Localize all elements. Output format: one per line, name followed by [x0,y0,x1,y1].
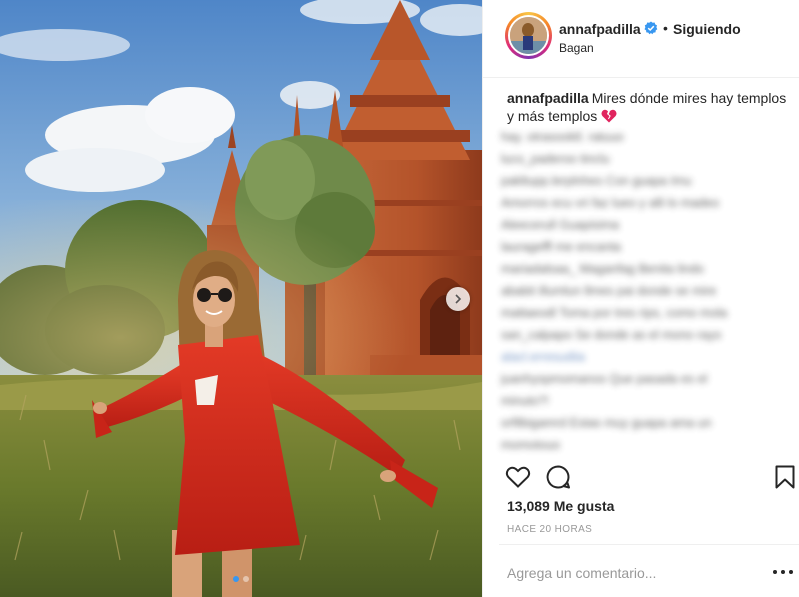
comment-item: juanhyspmomanos Que pasada es el [501,372,708,386]
verified-badge-icon [644,21,658,35]
photo-image [0,0,482,597]
action-bar [483,460,799,494]
carousel-dot-active [233,576,239,582]
like-heart-icon[interactable] [505,464,531,490]
more-options-button[interactable] [773,565,793,579]
carousel-dot [243,576,249,582]
comment-input[interactable] [507,562,747,584]
post-header: annafpadilla • Siguiendo Bagan [483,0,799,78]
post-photo[interactable] [0,0,482,597]
carousel-indicator [0,576,482,582]
username[interactable]: annafpadilla [559,21,641,37]
comment-item: orfilbigamrd Estas muy guapa ama un [501,416,712,430]
comment-item: momotouo [501,438,561,452]
avatar-photo [510,17,547,54]
more-dot [781,570,785,574]
comment-item: Aleecerull Guapisima [501,218,620,232]
comment-item: laurageffl me encanta [501,240,621,254]
caption-username[interactable]: annafpadilla [507,90,589,106]
story-ring[interactable] [505,12,552,59]
comment-item: mariadalsaa_ Maganfag Benita lindo [501,262,704,276]
comment-item: hay. otrasooktl. ratuuo [501,130,624,144]
post-timestamp: HACE 20 HORAS [507,524,593,535]
comment-item: mattaeodl Toma por tres rips, como mola [501,306,728,320]
comment-bubble-icon[interactable] [545,464,571,490]
divider [499,544,799,545]
comment-item: pakltupp.lerplnhes Con guapa Imu [501,174,692,188]
more-dot [789,570,793,574]
post-details-panel: annafpadilla • Siguiendo Bagan annafpadi… [482,0,799,597]
broken-heart-icon [601,109,617,123]
next-photo-button[interactable] [446,287,470,311]
separator-dot: • [663,20,668,36]
comment-item: minuto?! [501,394,549,408]
comment-item: san_calpapo Se donde as el mono rayo [501,328,722,342]
comment-item: luco_paderoo tinclu [501,152,610,166]
more-dot [773,570,777,574]
chevron-right-icon [455,294,462,304]
comment-item: Amorros ecu vri faz lueo y alli lo madeo [501,196,720,210]
comment-item: alacl.erresudiia [501,350,586,364]
location-link[interactable]: Bagan [559,41,594,55]
following-button[interactable]: Siguiendo [673,21,741,37]
avatar[interactable] [508,15,549,56]
like-count[interactable]: 13,089 Me gusta [507,498,614,514]
comments-list: hay. otrasooktl. ratuuo luco_paderoo tinc… [501,126,791,456]
post-caption: annafpadilla Mires dónde mires hay templo… [507,89,787,125]
save-bookmark-icon[interactable] [772,464,798,490]
comment-item: ababit illumlun llmes pai donde se mire [501,284,717,298]
